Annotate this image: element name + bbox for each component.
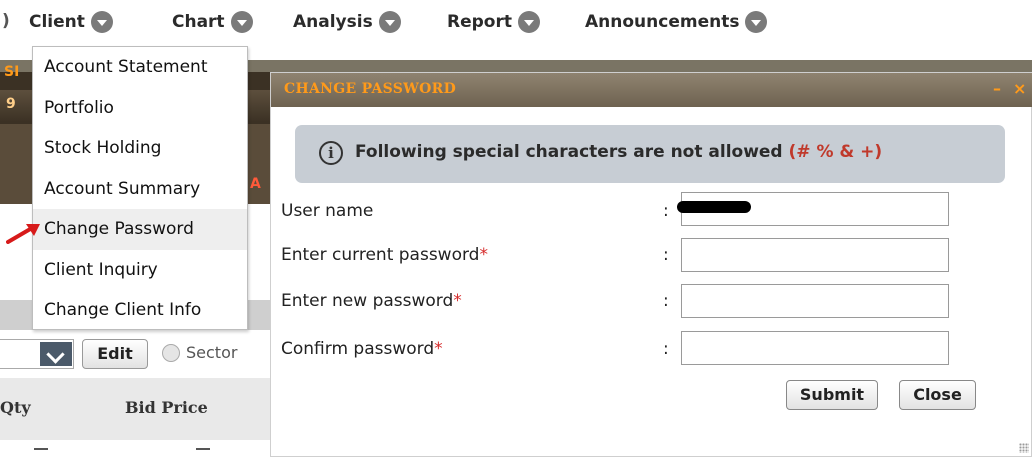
menu-chart[interactable]: Chart	[172, 11, 253, 33]
field-colon: :	[663, 291, 669, 311]
chevron-down-icon	[230, 11, 253, 33]
confirm-password-field[interactable]	[681, 331, 949, 365]
background-partial-text: A	[250, 176, 261, 192]
info-message: Following special characters are not all…	[355, 142, 882, 162]
background-partial-text: SI	[4, 64, 20, 80]
menu-client-label: Client	[29, 12, 85, 32]
chevron-down-icon[interactable]	[40, 342, 72, 366]
close-icon[interactable]: ×	[1013, 79, 1026, 98]
sector-label: Sector	[186, 343, 238, 362]
menu-scroll-left[interactable]: )	[2, 11, 10, 31]
empty-cell-dash	[34, 448, 48, 450]
red-pointer-arrow-icon	[6, 224, 40, 244]
menu-item-change-password[interactable]: Change Password	[33, 209, 247, 250]
chevron-down-icon	[745, 11, 768, 33]
current-password-label: Enter current password*	[281, 245, 488, 265]
field-colon: :	[663, 201, 669, 221]
submit-button[interactable]: Submit	[786, 380, 878, 410]
current-password-field[interactable]	[681, 238, 949, 272]
menu-item-client-inquiry[interactable]: Client Inquiry	[33, 250, 247, 291]
sector-radio[interactable]	[162, 344, 180, 362]
redacted-username	[677, 201, 751, 213]
edit-button[interactable]: Edit	[82, 339, 148, 369]
confirm-password-label: Confirm password*	[281, 339, 443, 359]
menu-item-change-client-info[interactable]: Change Client Info	[33, 290, 247, 331]
menu-announcements[interactable]: Announcements	[585, 11, 768, 33]
required-mark: *	[434, 339, 443, 359]
menu-chart-label: Chart	[172, 12, 225, 32]
menu-item-stock-holding[interactable]: Stock Holding	[33, 128, 247, 169]
change-password-dialog: CHANGE PASSWORD – × i Following special …	[270, 72, 1032, 457]
current-password-label-text: Enter current password	[281, 245, 480, 265]
disallowed-characters: (# % & +)	[788, 142, 883, 162]
menu-analysis-label: Analysis	[293, 12, 373, 32]
info-message-box: i Following special characters are not a…	[295, 125, 1005, 183]
menu-item-account-summary[interactable]: Account Summary	[33, 169, 247, 210]
required-mark: *	[479, 245, 488, 265]
chevron-down-icon	[90, 11, 113, 33]
dialog-title-bar[interactable]: CHANGE PASSWORD – ×	[271, 73, 1032, 107]
new-password-label-text: Enter new password	[281, 291, 454, 311]
menu-analysis[interactable]: Analysis	[293, 11, 401, 33]
field-colon: :	[663, 339, 669, 359]
menu-announcements-label: Announcements	[585, 12, 740, 32]
field-colon: :	[663, 245, 669, 265]
username-label-text: User name	[281, 201, 374, 221]
column-header-qty: Qty	[0, 398, 31, 417]
menu-item-account-statement[interactable]: Account Statement	[33, 47, 247, 88]
menu-report-label: Report	[447, 12, 512, 32]
confirm-password-label-text: Confirm password	[281, 339, 435, 359]
resize-grip-icon[interactable]	[1019, 443, 1029, 453]
column-header-bid-price: Bid Price	[125, 398, 208, 417]
new-password-field[interactable]	[681, 284, 949, 318]
new-password-label: Enter new password*	[281, 291, 462, 311]
empty-cell-dash	[196, 448, 210, 450]
minimize-icon[interactable]: –	[993, 79, 1001, 98]
close-button[interactable]: Close	[899, 380, 976, 410]
info-icon: i	[319, 141, 343, 165]
client-dropdown-menu: Account Statement Portfolio Stock Holdin…	[32, 46, 248, 330]
background-partial-text: 9	[6, 96, 16, 112]
required-mark: *	[453, 291, 462, 311]
top-menu-bar: ) Client Chart Analysis Report Announcem…	[0, 0, 1032, 46]
info-message-text: Following special characters are not all…	[355, 142, 783, 162]
dialog-title: CHANGE PASSWORD	[284, 81, 457, 97]
chevron-down-icon	[378, 11, 401, 33]
menu-report[interactable]: Report	[447, 11, 540, 33]
menu-client[interactable]: Client	[29, 11, 113, 33]
menu-item-portfolio[interactable]: Portfolio	[33, 88, 247, 129]
username-label: User name	[281, 201, 373, 221]
chevron-down-icon	[517, 11, 540, 33]
